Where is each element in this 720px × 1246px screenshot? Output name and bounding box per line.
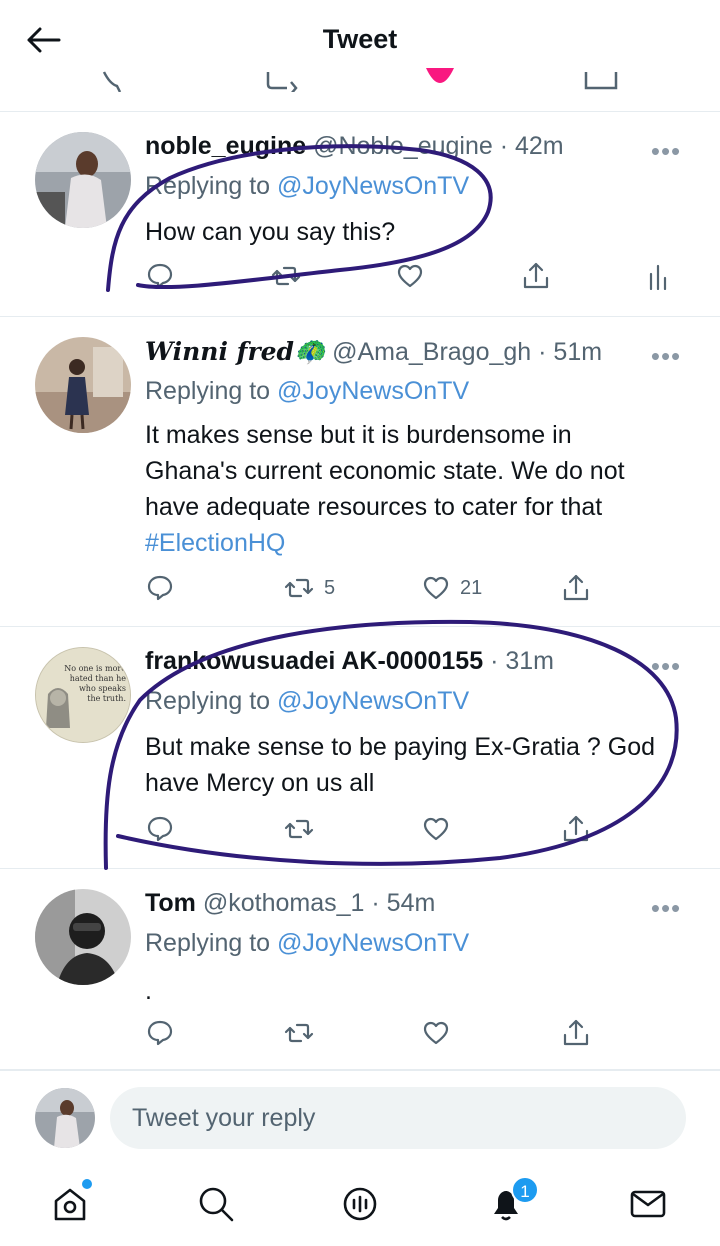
- heart-icon: [422, 574, 450, 602]
- reply-button[interactable]: [146, 574, 174, 602]
- analytics-icon: [648, 264, 668, 290]
- replying-to: Replying to @JoyNewsOnTV: [145, 687, 469, 716]
- more-icon[interactable]: •••: [646, 893, 686, 923]
- heart-icon: [422, 815, 450, 843]
- spaces-icon[interactable]: [338, 1182, 382, 1226]
- tweet-text: How can you say this?: [145, 214, 670, 250]
- retweet-icon: [271, 262, 301, 290]
- replying-to: Replying to @JoyNewsOnTV: [145, 929, 469, 958]
- avatar[interactable]: [35, 1088, 95, 1148]
- analytics-button[interactable]: [648, 264, 668, 290]
- tweet-text-content: .: [145, 977, 152, 1005]
- previous-tweet-actions: [0, 62, 720, 98]
- hashtag-link[interactable]: #ElectionHQ: [145, 529, 285, 557]
- retweet-button[interactable]: [271, 262, 301, 290]
- like-button[interactable]: 21: [422, 574, 482, 602]
- reply-icon: [146, 815, 174, 843]
- display-name[interactable]: noble_eugine: [145, 132, 306, 160]
- tweet-text: It makes sense but it is burdensome in G…: [145, 417, 670, 561]
- reply-input[interactable]: Tweet your reply: [110, 1087, 686, 1149]
- display-name[interactable]: frankowusuadei AK-0000155: [145, 647, 483, 675]
- replying-label: Replying to: [145, 929, 278, 957]
- replying-label: Replying to: [145, 172, 278, 200]
- avatar[interactable]: [35, 132, 131, 228]
- tweet-header: frankowusuadei AK-0000155 · 31m: [145, 647, 660, 676]
- replying-to: Replying to @JoyNewsOnTV: [145, 377, 469, 406]
- retweet-icon: [284, 1019, 314, 1047]
- tweet-card[interactable]: Winni fred🦚 @Ama_Brago_gh · 51m ••• Repl…: [0, 317, 720, 627]
- replying-to-link[interactable]: @JoyNewsOnTV: [277, 929, 469, 957]
- more-icon[interactable]: •••: [646, 136, 686, 166]
- tweet-card[interactable]: No one is more hated than he who speaks …: [0, 627, 720, 869]
- home-unread-dot: [82, 1179, 92, 1189]
- reply-icon: [146, 1019, 174, 1047]
- handle-and-time: @Noble_eugine · 42m: [313, 132, 564, 160]
- avatar[interactable]: [35, 337, 131, 433]
- share-icon[interactable]: [584, 70, 618, 97]
- avatar-quote-text: No one is more hated than he who speaks …: [64, 664, 126, 703]
- retweet-icon[interactable]: [265, 70, 301, 97]
- retweet-icon: [284, 574, 314, 602]
- like-button[interactable]: [422, 815, 450, 843]
- avatar[interactable]: [35, 889, 131, 985]
- share-icon: [562, 1018, 590, 1048]
- search-icon[interactable]: [194, 1182, 238, 1226]
- reply-button[interactable]: [146, 262, 174, 290]
- handle-and-time: @kothomas_1 · 54m: [202, 889, 436, 917]
- reply-button[interactable]: [146, 815, 174, 843]
- share-button[interactable]: [562, 814, 590, 844]
- tweet-text-content: But make sense to be paying Ex-Gratia ? …: [145, 733, 655, 797]
- heart-icon: [396, 262, 424, 290]
- reply-button[interactable]: [146, 1019, 174, 1047]
- handle-and-time: · 31m: [490, 647, 554, 675]
- tweet-header: Winni fred🦚 @Ama_Brago_gh · 51m: [145, 337, 660, 367]
- display-name[interactable]: Tom: [145, 889, 196, 917]
- retweet-icon: [284, 815, 314, 843]
- tweet-text: But make sense to be paying Ex-Gratia ? …: [145, 729, 670, 801]
- top-bar: Tweet: [0, 0, 720, 112]
- more-icon[interactable]: •••: [646, 341, 686, 371]
- like-icon[interactable]: [424, 68, 456, 95]
- share-button[interactable]: [562, 573, 590, 603]
- retweet-button[interactable]: [284, 815, 314, 843]
- retweet-count: 5: [324, 576, 336, 599]
- replying-to-link[interactable]: @JoyNewsOnTV: [277, 377, 469, 405]
- reply-icon: [146, 262, 174, 290]
- replying-to-link[interactable]: @JoyNewsOnTV: [277, 172, 469, 200]
- share-icon: [562, 573, 590, 603]
- reply-icon: [146, 574, 174, 602]
- avatar[interactable]: No one is more hated than he who speaks …: [35, 647, 131, 743]
- reply-composer: Tweet your reply: [0, 1070, 720, 1162]
- retweet-button[interactable]: [284, 1019, 314, 1047]
- replying-to: Replying to @JoyNewsOnTV: [145, 172, 469, 201]
- heart-icon: [422, 1019, 450, 1047]
- like-count: 21: [460, 576, 483, 599]
- tweet-text-content: How can you say this?: [145, 218, 396, 246]
- more-icon[interactable]: •••: [646, 651, 686, 681]
- tweet-card[interactable]: Tom @kothomas_1 · 54m ••• Replying to @J…: [0, 869, 720, 1070]
- messages-icon[interactable]: [626, 1182, 670, 1226]
- handle-and-time: @Ama_Brago_gh · 51m: [332, 338, 603, 366]
- tweet-text: .: [145, 973, 670, 1009]
- share-button[interactable]: [522, 261, 550, 291]
- share-button[interactable]: [562, 1018, 590, 1048]
- share-icon: [562, 814, 590, 844]
- replying-to-link[interactable]: @JoyNewsOnTV: [277, 687, 469, 715]
- notifications-badge: 1: [511, 1176, 539, 1204]
- share-icon: [522, 261, 550, 291]
- replying-label: Replying to: [145, 377, 278, 405]
- page-title: Tweet: [322, 24, 398, 54]
- tweet-header: Tom @kothomas_1 · 54m: [145, 889, 660, 918]
- retweet-button[interactable]: 5: [284, 574, 335, 602]
- tweet-card[interactable]: noble_eugine @Noble_eugine · 42m ••• Rep…: [0, 112, 720, 317]
- display-name[interactable]: Winni fred🦚: [145, 337, 325, 366]
- reply-icon[interactable]: [100, 70, 134, 97]
- like-button[interactable]: [396, 262, 424, 290]
- bottom-tab-bar: 1: [0, 1162, 720, 1246]
- like-button[interactable]: [422, 1019, 450, 1047]
- tweet-header: noble_eugine @Noble_eugine · 42m: [145, 132, 660, 161]
- tweet-text-content: It makes sense but it is burdensome in G…: [145, 421, 625, 521]
- replying-label: Replying to: [145, 687, 278, 715]
